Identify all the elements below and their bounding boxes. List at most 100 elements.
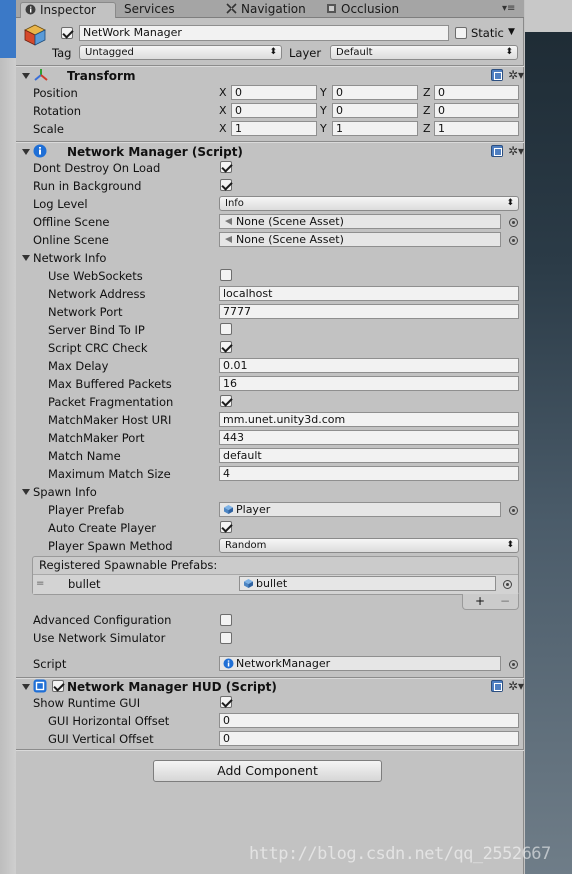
position-z-field[interactable]: 0 bbox=[434, 85, 519, 100]
axis-x-label[interactable]: X bbox=[219, 122, 227, 136]
list-remove-button[interactable]: − bbox=[500, 594, 510, 608]
script-crc-label: Script CRC Check bbox=[48, 341, 148, 355]
tab-occlusion[interactable]: Occlusion bbox=[322, 2, 418, 18]
online-scene-field[interactable]: None (Scene Asset) bbox=[219, 232, 501, 247]
layer-dropdown[interactable]: Default ⬍ bbox=[330, 45, 518, 60]
network-port-label: Network Port bbox=[48, 305, 123, 319]
mm-host-input[interactable]: mm.unet.unity3d.com bbox=[219, 412, 519, 427]
axis-x-label[interactable]: X bbox=[219, 86, 227, 100]
gameobject-name-input[interactable]: NetWork Manager bbox=[79, 25, 449, 41]
scene-view-edge bbox=[525, 0, 572, 874]
hud-header-icons: ✲▾ bbox=[491, 679, 524, 694]
list-add-button[interactable]: + bbox=[475, 594, 485, 608]
use-simulator-checkbox[interactable] bbox=[220, 632, 232, 644]
axis-z-label[interactable]: Z bbox=[423, 86, 431, 100]
position-x-field[interactable]: 0 bbox=[231, 85, 317, 100]
axis-y-label[interactable]: Y bbox=[320, 104, 327, 118]
auto-create-checkbox[interactable] bbox=[220, 521, 232, 533]
object-picker-icon[interactable] bbox=[509, 236, 518, 245]
packet-frag-checkbox[interactable] bbox=[220, 395, 232, 407]
match-name-input[interactable]: default bbox=[219, 448, 519, 463]
tab-inspector[interactable]: Inspector bbox=[20, 2, 116, 18]
spawn-method-label: Player Spawn Method bbox=[48, 539, 173, 553]
network-manager-foldout-icon[interactable] bbox=[22, 149, 30, 155]
player-prefab-value: Player bbox=[236, 503, 271, 516]
object-picker-icon[interactable] bbox=[503, 580, 512, 589]
log-level-dropdown[interactable]: Info ⬍ bbox=[219, 196, 519, 211]
tab-services[interactable]: Services bbox=[120, 2, 210, 18]
static-dropdown-icon[interactable]: ▼ bbox=[508, 27, 515, 37]
help-icon[interactable] bbox=[491, 145, 503, 157]
transform-foldout-icon[interactable] bbox=[22, 73, 30, 79]
tag-value: Untagged bbox=[85, 47, 134, 58]
help-icon[interactable] bbox=[491, 680, 503, 692]
gear-icon[interactable]: ✲▾ bbox=[508, 679, 524, 693]
axis-z-label[interactable]: Z bbox=[423, 122, 431, 136]
drag-handle-icon[interactable]: = bbox=[36, 579, 44, 589]
advanced-config-checkbox[interactable] bbox=[220, 614, 232, 626]
object-picker-icon[interactable] bbox=[509, 506, 518, 515]
axis-y-label[interactable]: Y bbox=[320, 86, 327, 100]
axis-x-label[interactable]: X bbox=[219, 104, 227, 118]
server-bind-checkbox[interactable] bbox=[220, 323, 232, 335]
spawn-method-dropdown[interactable]: Random ⬍ bbox=[219, 538, 519, 553]
rotation-x-field[interactable]: 0 bbox=[231, 103, 317, 118]
h-offset-input[interactable]: 0 bbox=[219, 713, 519, 728]
max-delay-input[interactable]: 0.01 bbox=[219, 358, 519, 373]
axis-z-label[interactable]: Z bbox=[423, 104, 431, 118]
run-in-bg-label: Run in Background bbox=[33, 179, 142, 193]
tab-navigation[interactable]: Navigation bbox=[222, 2, 322, 18]
hud-enabled-checkbox[interactable] bbox=[52, 680, 64, 692]
gameobject-active-checkbox[interactable] bbox=[61, 27, 73, 39]
layer-value: Default bbox=[336, 47, 373, 58]
tab-menu-icon[interactable]: ▾≡ bbox=[502, 4, 515, 14]
gear-icon[interactable]: ✲▾ bbox=[508, 144, 524, 158]
network-info-label[interactable]: Network Info bbox=[33, 251, 106, 265]
script-crc-checkbox[interactable] bbox=[220, 341, 232, 353]
script-info-icon bbox=[223, 658, 234, 669]
object-picker-icon[interactable] bbox=[509, 660, 518, 669]
rotation-z-field[interactable]: 0 bbox=[434, 103, 519, 118]
max-buffered-input[interactable]: 16 bbox=[219, 376, 519, 391]
run-in-bg-checkbox[interactable] bbox=[220, 179, 232, 191]
use-websockets-checkbox[interactable] bbox=[220, 269, 232, 281]
static-checkbox[interactable] bbox=[455, 27, 467, 39]
object-picker-icon[interactable] bbox=[509, 218, 518, 227]
dropdown-arrows-icon: ⬍ bbox=[269, 47, 277, 57]
scale-label: Scale bbox=[33, 122, 64, 136]
axis-y-label[interactable]: Y bbox=[320, 122, 327, 136]
network-address-label: Network Address bbox=[48, 287, 146, 301]
prefab-item-label: bullet bbox=[68, 577, 101, 591]
show-gui-checkbox[interactable] bbox=[220, 696, 232, 708]
network-address-input[interactable]: localhost bbox=[219, 286, 519, 301]
offline-scene-field[interactable]: None (Scene Asset) bbox=[219, 214, 501, 229]
network-port-input[interactable]: 7777 bbox=[219, 304, 519, 319]
hud-title: Network Manager HUD (Script) bbox=[67, 680, 277, 694]
mm-port-input[interactable]: 443 bbox=[219, 430, 519, 445]
hud-foldout-icon[interactable] bbox=[22, 684, 30, 690]
max-match-size-input[interactable]: 4 bbox=[219, 466, 519, 481]
rotation-y-field[interactable]: 0 bbox=[332, 103, 418, 118]
v-offset-input[interactable]: 0 bbox=[219, 731, 519, 746]
tab-navigation-label: Navigation bbox=[241, 2, 306, 16]
script-value: NetworkManager bbox=[236, 657, 331, 670]
add-component-button[interactable]: Add Component bbox=[153, 760, 382, 782]
scale-z-field[interactable]: 1 bbox=[434, 121, 519, 136]
dont-destroy-checkbox[interactable] bbox=[220, 161, 232, 173]
script-field: NetworkManager bbox=[219, 656, 501, 671]
scale-x-field[interactable]: 1 bbox=[231, 121, 317, 136]
tab-inspector-label: Inspector bbox=[40, 3, 96, 17]
position-y-field[interactable]: 0 bbox=[332, 85, 418, 100]
packet-frag-label: Packet Fragmentation bbox=[48, 395, 174, 409]
gear-icon[interactable]: ✲▾ bbox=[508, 68, 524, 82]
player-prefab-field[interactable]: Player bbox=[219, 502, 501, 517]
tab-bar: Inspector Services Navigation Occlusion … bbox=[16, 0, 524, 18]
tag-dropdown[interactable]: Untagged ⬍ bbox=[79, 45, 282, 60]
spawn-info-foldout-icon[interactable] bbox=[22, 489, 30, 495]
help-icon[interactable] bbox=[491, 69, 503, 81]
prefab-item-field[interactable]: bullet bbox=[239, 576, 496, 591]
transform-header-icons: ✲▾ bbox=[491, 68, 524, 83]
scale-y-field[interactable]: 1 bbox=[332, 121, 418, 136]
spawn-info-label[interactable]: Spawn Info bbox=[33, 485, 97, 499]
network-info-foldout-icon[interactable] bbox=[22, 255, 30, 261]
